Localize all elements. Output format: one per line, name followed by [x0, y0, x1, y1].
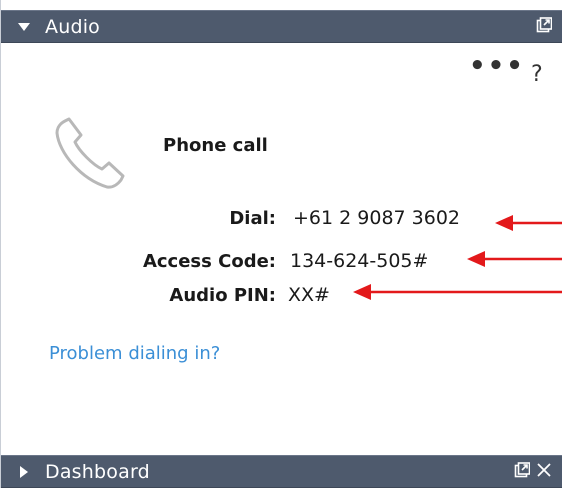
audio-pin-value: XX# [288, 284, 330, 306]
audio-titlebar[interactable]: Audio [1, 10, 562, 43]
dial-label: Dial: [229, 208, 276, 229]
dashboard-title: Dashboard [45, 460, 150, 483]
audio-panel: Audio ••• ? Phone call Dial: +61 2 9087 … [0, 0, 562, 488]
annotation-arrow-dial [495, 215, 562, 231]
expand-triangle-icon[interactable] [17, 465, 31, 479]
more-options-button[interactable]: ••• [469, 53, 523, 86]
close-icon[interactable] [536, 462, 552, 482]
popout-icon[interactable] [536, 16, 553, 37]
phone-icon [51, 113, 131, 197]
help-button[interactable]: ? [531, 62, 551, 88]
access-code-value: 134-624-505# [290, 250, 429, 272]
annotation-arrow-access-code [467, 251, 562, 267]
problem-dialing-link[interactable]: Problem dialing in? [49, 343, 220, 364]
annotation-arrow-audio-pin [353, 284, 562, 300]
dashboard-titlebar[interactable]: Dashboard [1, 455, 562, 488]
popout-icon[interactable] [514, 461, 531, 482]
audio-title: Audio [45, 15, 101, 38]
phone-call-label: Phone call [163, 135, 268, 156]
dial-value: +61 2 9087 3602 [293, 207, 461, 229]
audio-pin-label: Audio PIN: [169, 285, 276, 306]
collapse-triangle-icon[interactable] [17, 20, 31, 34]
access-code-label: Access Code: [142, 251, 276, 272]
